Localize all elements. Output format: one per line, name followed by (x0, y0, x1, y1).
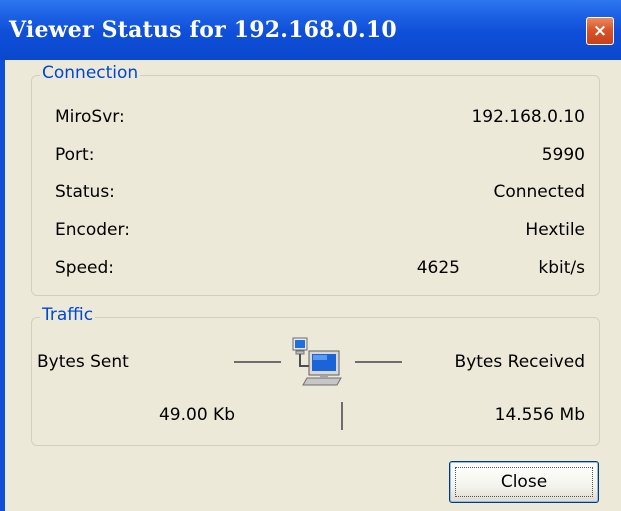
speed-unit: kbit/s (538, 258, 585, 278)
close-icon: × (592, 21, 608, 41)
bytes-received-value: 14.556 Mb (494, 405, 585, 425)
close-button-label: Close (500, 472, 548, 492)
speed-value: 4625 (416, 258, 460, 278)
miro-server-value: 192.168.0.10 (471, 107, 585, 127)
port-label: Port: (55, 145, 95, 165)
title-close-button[interactable]: × (586, 17, 614, 45)
bytes-received-label: Bytes Received (454, 352, 585, 372)
bytes-sent-label: Bytes Sent (37, 352, 129, 372)
port-value: 5990 (541, 145, 585, 165)
viewer-status-window: Viewer Status for 192.168.0.10 × Connect… (0, 0, 621, 511)
window-title: Viewer Status for 192.168.0.10 (9, 17, 397, 43)
encoder-value: Hextile (525, 220, 585, 240)
status-value: Connected (493, 182, 585, 202)
close-button[interactable]: Close (449, 461, 599, 503)
sent-connector-line (234, 361, 281, 363)
connection-group-title: Connection (40, 63, 141, 83)
miro-server-label: MiroSvr: (55, 107, 125, 127)
title-bar[interactable]: Viewer Status for 192.168.0.10 × (0, 0, 621, 60)
speed-label: Speed: (55, 258, 115, 278)
bytes-sent-value: 49.00 Kb (158, 405, 235, 425)
received-connector-line (355, 361, 402, 363)
traffic-group-title: Traffic (40, 305, 96, 325)
encoder-label: Encoder: (55, 220, 130, 240)
network-computers-icon (292, 337, 342, 386)
status-label: Status: (55, 182, 115, 202)
traffic-divider (341, 402, 343, 430)
